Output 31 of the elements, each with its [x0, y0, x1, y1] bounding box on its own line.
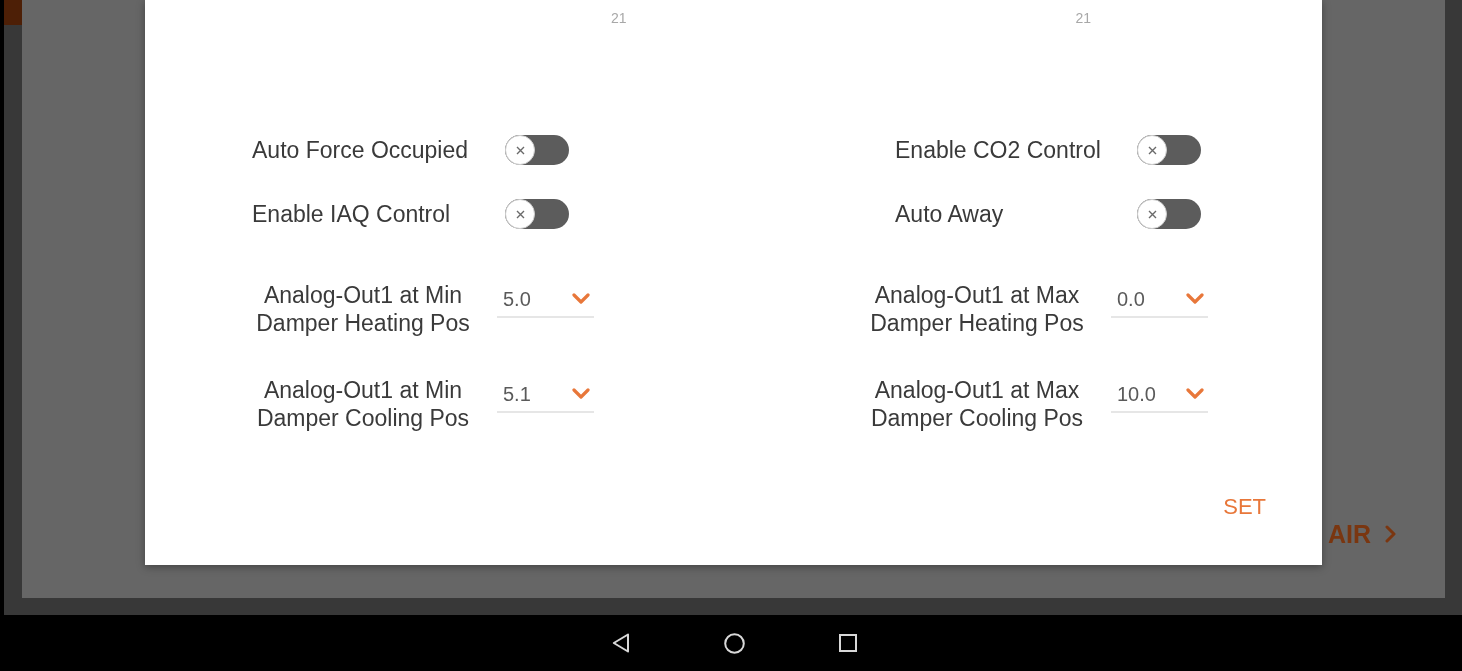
- toggle-switch[interactable]: [505, 135, 569, 165]
- toggle-label: Auto Force Occupied: [252, 136, 470, 164]
- dropdown[interactable]: 5.0: [497, 281, 594, 318]
- x-icon: [1147, 145, 1157, 155]
- dropdown-label: Analog-Out1 at Min Damper Heating Pos: [255, 281, 471, 337]
- toggle-label: Enable CO2 Control: [895, 136, 1102, 164]
- dropdown[interactable]: 0.0: [1111, 281, 1208, 318]
- dropdown-label: Analog-Out1 at Max Damper Heating Pos: [869, 281, 1085, 337]
- toggle-label: Enable IAQ Control: [252, 200, 452, 228]
- chevron-down-icon: [572, 388, 590, 399]
- recents-icon[interactable]: [838, 634, 857, 652]
- home-icon[interactable]: [723, 632, 745, 654]
- dropdown[interactable]: 5.1: [497, 376, 594, 413]
- toggle-switch[interactable]: [1137, 199, 1201, 229]
- dropdown[interactable]: 10.0: [1111, 376, 1208, 413]
- x-icon: [1147, 209, 1157, 219]
- toggle-switch[interactable]: [505, 199, 569, 229]
- chevron-down-icon: [1186, 388, 1204, 399]
- tick-label: 21: [611, 8, 627, 28]
- toggle-switch[interactable]: [1137, 135, 1201, 165]
- chevron-down-icon: [1186, 293, 1204, 304]
- dropdown-label: Analog-Out1 at Max Damper Cooling Pos: [869, 376, 1085, 432]
- x-icon: [515, 145, 525, 155]
- tick-label: 21: [1075, 8, 1092, 28]
- toggle-label: Auto Away: [895, 200, 1005, 228]
- back-icon[interactable]: [611, 633, 630, 653]
- chevron-down-icon: [572, 293, 590, 304]
- dropdown-label: Analog-Out1 at Min Damper Cooling Pos: [255, 376, 471, 432]
- chevron-right-icon: [1385, 525, 1396, 544]
- accent-strip: [4, 0, 22, 25]
- x-icon: [515, 209, 525, 219]
